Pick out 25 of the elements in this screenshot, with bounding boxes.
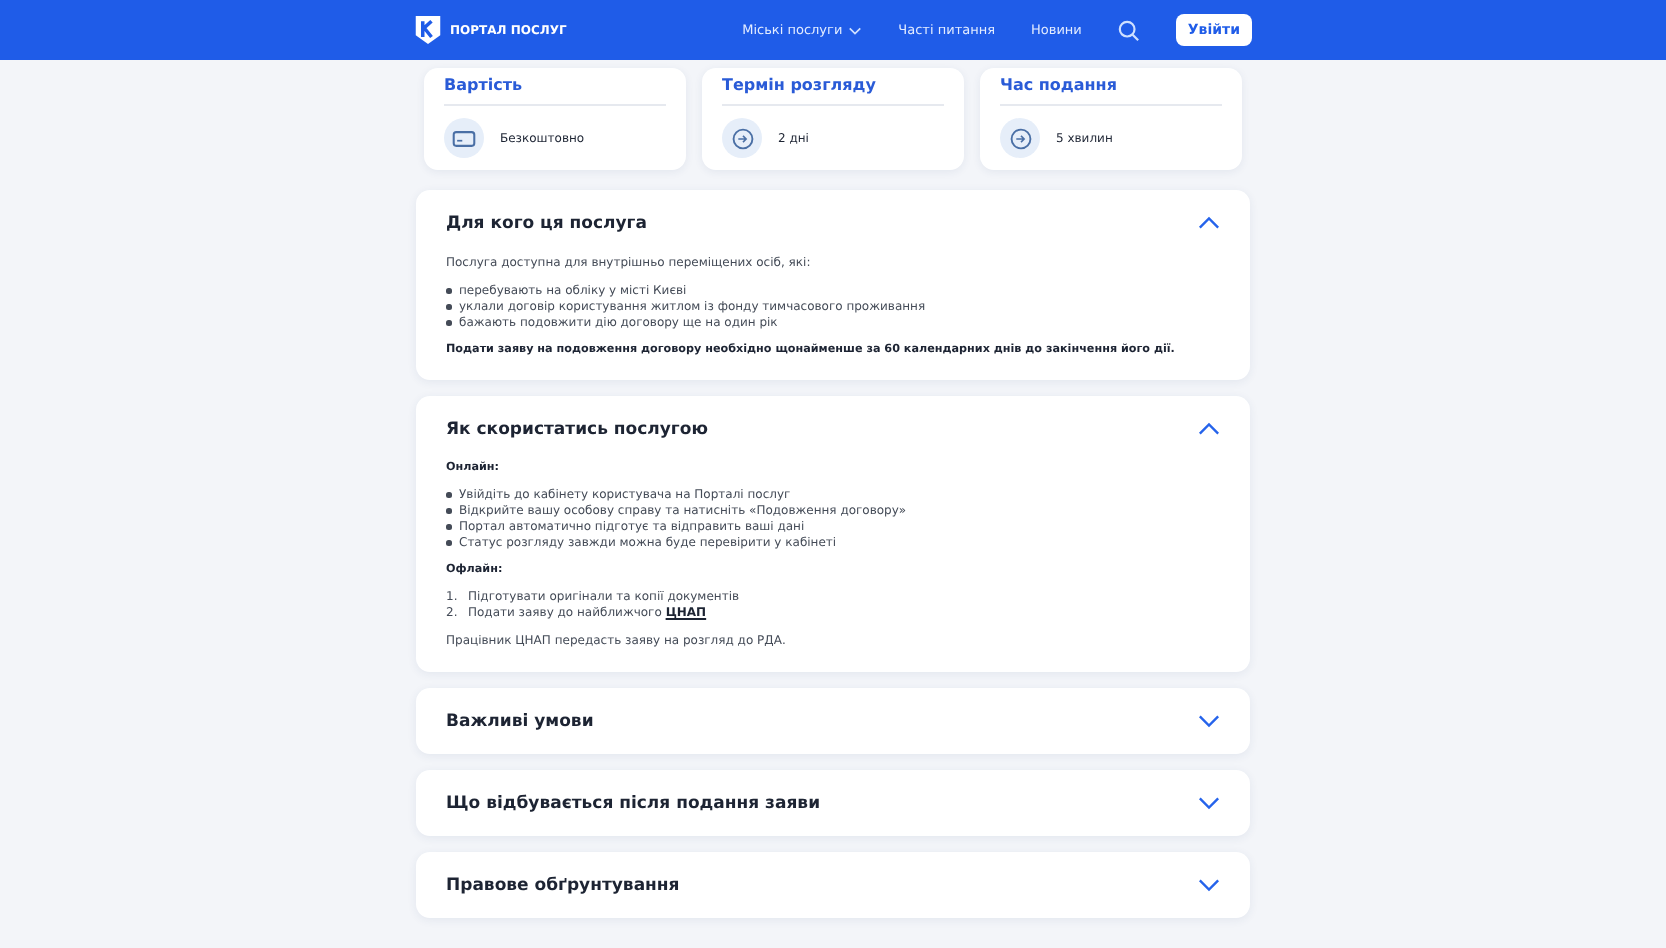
accordion-title[interactable]: Важливі умови (446, 711, 594, 731)
accordion-title[interactable]: Як скористатись послугою (446, 419, 708, 439)
accordion-title[interactable]: Правове обґрунтування (446, 875, 680, 895)
search-icon[interactable] (1117, 19, 1140, 41)
bullet-icon (446, 288, 451, 294)
bullet-icon (446, 304, 451, 310)
accordion-title[interactable]: Що відбувається після подання заяви (446, 793, 821, 813)
bullet-icon (446, 524, 451, 530)
card-title: Термін розгляду (722, 76, 944, 106)
accordion-title[interactable]: Для кого ця послуга (446, 213, 647, 233)
arrow-circle-icon (722, 118, 762, 158)
chevron-up-icon[interactable] (1198, 422, 1220, 436)
card-title: Вартість (444, 76, 666, 106)
bullet-icon (446, 540, 451, 546)
chevron-down-icon[interactable] (1198, 714, 1220, 728)
arrow-circle-icon (1000, 118, 1040, 158)
chevron-down-icon[interactable] (1198, 796, 1220, 810)
chevron-down-icon[interactable] (1198, 878, 1220, 892)
bullet-icon (446, 492, 451, 498)
shield-logo-icon[interactable] (414, 14, 442, 46)
chevron-up-icon[interactable] (1198, 216, 1220, 230)
bullet-icon (446, 320, 451, 326)
banknote-icon (444, 118, 484, 158)
card-title: Час подання (1000, 76, 1222, 106)
bullet-icon (446, 508, 451, 514)
